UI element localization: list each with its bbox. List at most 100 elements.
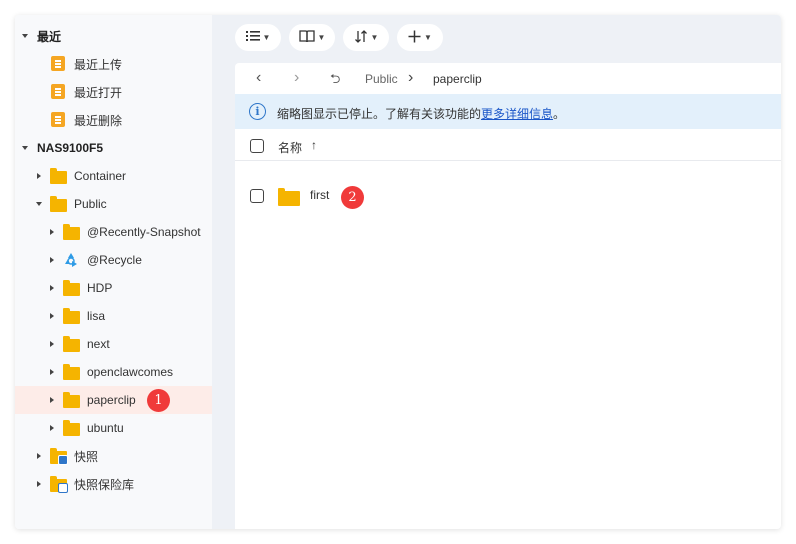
chevron-right-icon[interactable] <box>47 423 57 433</box>
folder-icon <box>63 420 80 436</box>
section-label: 最近 <box>37 29 62 44</box>
sidebar-item-label: ubuntu <box>87 421 124 435</box>
breadcrumb-public[interactable]: Public <box>365 72 398 86</box>
sidebar-item-public[interactable]: Public <box>15 190 212 218</box>
folder-icon <box>63 364 80 380</box>
annotation-badge: 1 <box>147 389 170 412</box>
sidebar-item-recently-snapshot[interactable]: @Recently-Snapshot <box>15 218 212 246</box>
sidebar-item-label: paperclip <box>87 393 136 407</box>
sidebar-item-label: @Recycle <box>87 253 142 267</box>
sort-asc-icon[interactable]: ↑ <box>311 138 317 152</box>
sidebar-item-label: lisa <box>87 309 106 323</box>
list-icon <box>245 30 260 45</box>
vault-icon <box>58 483 68 493</box>
sidebar-item-recent-upload[interactable]: 最近上传 <box>15 50 212 78</box>
recent-list-icon <box>51 84 65 99</box>
sidebar-item-hdp[interactable]: HDP <box>15 274 212 302</box>
book-icon <box>298 29 315 46</box>
folder-icon <box>63 392 80 408</box>
chevron-down-icon[interactable] <box>20 31 30 41</box>
sidebar-item-label: 最近删除 <box>74 113 123 128</box>
recycle-icon <box>62 251 80 269</box>
view-mode-button[interactable]: ▼ <box>235 24 281 51</box>
recent-list-icon <box>51 112 65 127</box>
chevron-down-icon: ▼ <box>317 33 326 42</box>
info-suffix: 。 <box>553 107 566 121</box>
sidebar-item-lisa[interactable]: lisa <box>15 302 212 330</box>
chevron-right-icon[interactable] <box>34 479 44 489</box>
camera-icon <box>58 455 68 465</box>
content-area: ‹ › ⮌ Public › paperclip i 缩略图显示已停止。了解有关… <box>235 63 781 529</box>
sidebar: 最近 最近上传 最近打开 最近删除 NAS9100F5 Container Pu… <box>15 15 212 529</box>
sidebar-item-label: 快照 <box>74 449 99 464</box>
chevron-right-icon[interactable] <box>34 171 44 181</box>
chevron-right-icon[interactable] <box>47 311 57 321</box>
list-item[interactable]: first 2 <box>235 178 781 214</box>
section-label: NAS9100F5 <box>37 141 104 155</box>
sidebar-item-next[interactable]: next <box>15 330 212 358</box>
sort-button[interactable]: ▼ <box>343 24 389 51</box>
file-manager-window: 最近 最近上传 最近打开 最近删除 NAS9100F5 Container Pu… <box>15 15 781 529</box>
forward-button[interactable]: › <box>294 69 299 87</box>
sidebar-item-label: Container <box>74 169 127 183</box>
up-level-button[interactable]: ⮌ <box>330 70 340 92</box>
info-message: 缩略图显示已停止。了解有关该功能的更多详细信息。 <box>277 105 565 122</box>
folder-icon <box>63 280 80 296</box>
chevron-down-icon: ▼ <box>424 33 432 42</box>
sidebar-item-container[interactable]: Container <box>15 162 212 190</box>
sidebar-item-snapshot[interactable]: 快照 <box>15 442 212 470</box>
sidebar-section-nas[interactable]: NAS9100F5 <box>15 134 212 162</box>
list-header: 名称 ↑ <box>235 129 781 161</box>
select-all-checkbox[interactable] <box>250 139 264 153</box>
path-bar: ‹ › ⮌ Public › paperclip <box>235 63 781 94</box>
column-name-header[interactable]: 名称 <box>278 139 302 156</box>
folder-icon <box>50 196 67 212</box>
sidebar-item-label: openclawcomes <box>87 365 174 379</box>
folder-icon <box>63 308 80 324</box>
chevron-right-icon[interactable] <box>47 227 57 237</box>
add-button[interactable]: ▼ <box>397 24 443 51</box>
item-name: first <box>310 188 330 202</box>
chevron-right-icon[interactable] <box>47 283 57 293</box>
chevron-right-icon[interactable] <box>47 367 57 377</box>
sidebar-item-label: Public <box>74 197 107 211</box>
breadcrumb-separator: › <box>408 69 414 86</box>
sidebar-item-ubuntu[interactable]: ubuntu <box>15 414 212 442</box>
main-panel: ▼ ▼ ▼ ▼ ‹ › ⮌ Public › paperclip i 缩略图显示… <box>212 15 781 529</box>
plus-icon <box>408 30 421 46</box>
chevron-down-icon: ▼ <box>370 33 379 42</box>
chevron-down-icon: ▼ <box>262 33 271 42</box>
info-banner: i 缩略图显示已停止。了解有关该功能的更多详细信息。 <box>235 94 781 129</box>
folder-icon <box>278 188 300 206</box>
sidebar-item-snapshot-vault[interactable]: 快照保险库 <box>15 470 212 498</box>
chevron-right-icon[interactable] <box>34 451 44 461</box>
info-more-link[interactable]: 更多详细信息 <box>481 107 553 121</box>
folder-icon <box>63 224 80 240</box>
folder-icon <box>50 168 67 184</box>
sidebar-item-openclawcomes[interactable]: openclawcomes <box>15 358 212 386</box>
preview-button[interactable]: ▼ <box>289 24 335 51</box>
info-text: 缩略图显示已停止。了解有关该功能的 <box>277 107 482 121</box>
sidebar-item-label: 最近上传 <box>74 57 123 72</box>
chevron-down-icon[interactable] <box>34 199 44 209</box>
sidebar-item-label: 快照保险库 <box>74 477 135 492</box>
info-icon: i <box>249 103 266 120</box>
sort-icon <box>354 29 368 46</box>
recent-list-icon <box>51 56 65 71</box>
chevron-down-icon[interactable] <box>20 143 30 153</box>
annotation-badge: 2 <box>341 186 364 209</box>
row-checkbox[interactable] <box>250 189 264 203</box>
sidebar-section-recent[interactable]: 最近 <box>15 22 212 50</box>
sidebar-item-recycle[interactable]: @Recycle <box>15 246 212 274</box>
sidebar-item-label: @Recently-Snapshot <box>87 225 201 239</box>
sidebar-item-recent-open[interactable]: 最近打开 <box>15 78 212 106</box>
sidebar-item-paperclip[interactable]: paperclip 1 <box>15 386 212 414</box>
chevron-right-icon[interactable] <box>47 339 57 349</box>
back-button[interactable]: ‹ <box>256 69 261 87</box>
sidebar-item-label: next <box>87 337 110 351</box>
breadcrumb-current: paperclip <box>433 72 482 86</box>
chevron-right-icon[interactable] <box>47 395 57 405</box>
sidebar-item-label: HDP <box>87 281 113 295</box>
chevron-right-icon[interactable] <box>47 255 57 265</box>
sidebar-item-recent-delete[interactable]: 最近删除 <box>15 106 212 134</box>
